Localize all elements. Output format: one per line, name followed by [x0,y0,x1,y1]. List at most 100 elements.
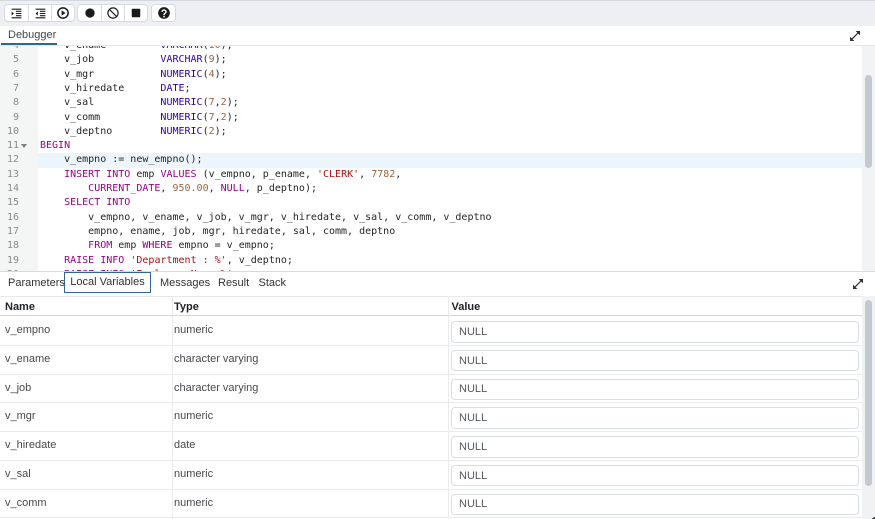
column-header-name: Name [5,297,35,317]
help-button[interactable] [152,5,175,21]
variable-value-input[interactable] [451,465,860,487]
line-number: 13 [0,168,19,182]
table-row: v_job character varying [0,375,875,404]
column-divider [448,296,449,519]
grid-scrollbar-track[interactable] [862,296,875,519]
table-row: v_ename character varying [0,346,875,375]
variable-type-cell: character varying [174,375,258,403]
panel-tabbar: Debugger [0,26,875,46]
debugger-bottom-panel: ParametersLocal Variables Messages Result S… [0,271,875,519]
indent-arrow-right-icon [10,7,23,20]
variable-name-cell: v_ename [5,346,50,374]
code-line-19: RAISE INFO 'Department : %', v_deptno; [40,254,293,268]
line-number: 14 [0,182,19,196]
code-line-13: INSERT INTO emp VALUES (v_empno, p_ename… [40,168,401,182]
grid-scrollbar-thumb[interactable] [865,300,872,486]
variable-name-cell: v_mgr [5,403,36,431]
variable-value-input[interactable] [451,350,860,372]
breakpoint-button-group [77,4,148,22]
code-line-6: v_mgr NUMERIC(4); [40,68,227,82]
tab-messages[interactable]: Messages [160,272,210,294]
line-number: 8 [0,96,19,110]
table-row: v_comm numeric [0,490,875,519]
step-into-button[interactable] [5,5,28,21]
variable-name-cell: v_hiredate [5,432,56,460]
line-number: 6 [0,68,19,82]
ban-icon [106,6,120,20]
toggle-breakpoint-button[interactable] [78,5,101,21]
clear-all-breakpoints-button[interactable] [101,5,124,21]
indent-arrow-left-icon [34,7,47,20]
variable-name-cell: v_job [5,375,31,403]
line-number: 19 [0,254,19,268]
code-line-8: v_sal NUMERIC(7,2); [40,96,239,110]
editor-scrollbar-thumb[interactable] [865,75,872,168]
column-header-type: Type [174,297,199,317]
tab-local-variables[interactable]: Local Variables [64,272,151,293]
tab-parameters[interactable]: Parameters [8,272,65,294]
bottom-tabbar: ParametersLocal Variables Messages Result S… [0,272,875,295]
line-number: 16 [0,211,19,225]
line-number: 7 [0,82,19,96]
table-row: v_empno numeric [0,317,875,346]
code-line-14: CURRENT_DATE, 950.00, NULL, p_deptno); [40,182,317,196]
line-number: 10 [0,125,19,139]
variable-value-input[interactable] [451,379,860,401]
code-line-18: FROM emp WHERE empno = v_empno; [40,239,275,253]
variable-value-input[interactable] [451,494,860,516]
variable-name-cell: v_comm [5,490,47,518]
step-over-button[interactable] [28,5,51,21]
variable-type-cell: numeric [174,490,213,518]
variable-type-cell: numeric [174,403,213,431]
editor-scrollbar-track[interactable] [862,46,875,271]
local-variables-grid: Name Type Value v_empnonumericv_enamecha… [0,296,875,519]
code-line-15: SELECT INTO [40,196,130,210]
step-button-group [4,4,75,22]
stop-button[interactable] [124,5,147,21]
tab-stack[interactable]: Stack [259,272,287,294]
expand-panel-icon[interactable] [851,277,865,291]
variable-type-cell: numeric [174,317,213,345]
variable-name-cell: v_sal [5,461,31,489]
fold-marker-icon[interactable] [21,144,27,148]
variable-value-input[interactable] [451,436,860,458]
code-line-11: BEGIN [40,139,70,153]
question-circle-icon [157,6,171,20]
filled-circle-icon [83,6,97,20]
play-circle-icon [56,6,70,20]
code-line-12: v_empno := new_empno(); [40,153,203,167]
grid-header: Name Type Value [0,296,875,316]
variable-name-cell: v_empno [5,317,50,345]
debugger-toolbar [0,0,875,26]
variable-type-cell: date [174,432,195,460]
column-divider [172,296,173,519]
variable-value-input[interactable] [451,407,860,429]
editor-gutter: 4567891011121314151617181920 [0,46,38,271]
expand-panel-icon[interactable] [848,29,862,43]
variable-type-cell: numeric [174,461,213,489]
code-line-7: v_hiredate DATE; [40,82,191,96]
line-number: 12 [0,153,19,167]
column-header-value: Value [452,297,481,317]
code-editor[interactable]: 4567891011121314151617181920 v_ename VAR… [0,46,875,271]
code-line-9: v_comm NUMERIC(7,2); [40,111,239,125]
help-button-group [151,4,176,22]
table-row: v_hiredate date [0,432,875,461]
stop-square-icon [129,6,143,20]
code-line-16: v_empno, v_ename, v_job, v_mgr, v_hireda… [40,211,492,225]
tab-result[interactable]: Result [218,272,249,294]
line-number: 11 [0,139,19,153]
debugger-window: Debugger 4567891011121314151617181920 v_… [0,0,875,519]
variable-value-input[interactable] [451,321,860,343]
code-line-5: v_job VARCHAR(9); [40,53,227,67]
line-number: 5 [0,53,19,67]
code-line-17: empno, ename, job, mgr, hiredate, sal, c… [40,225,395,239]
active-tab-indicator [1,43,57,45]
line-number: 15 [0,196,19,210]
continue-button[interactable] [51,5,74,21]
line-number: 17 [0,225,19,239]
line-number: 4 [0,46,19,53]
code-line-4: v_ename VARCHAR(10); [40,46,233,53]
variable-type-cell: character varying [174,346,258,374]
code-line-10: v_deptno NUMERIC(2); [40,125,227,139]
